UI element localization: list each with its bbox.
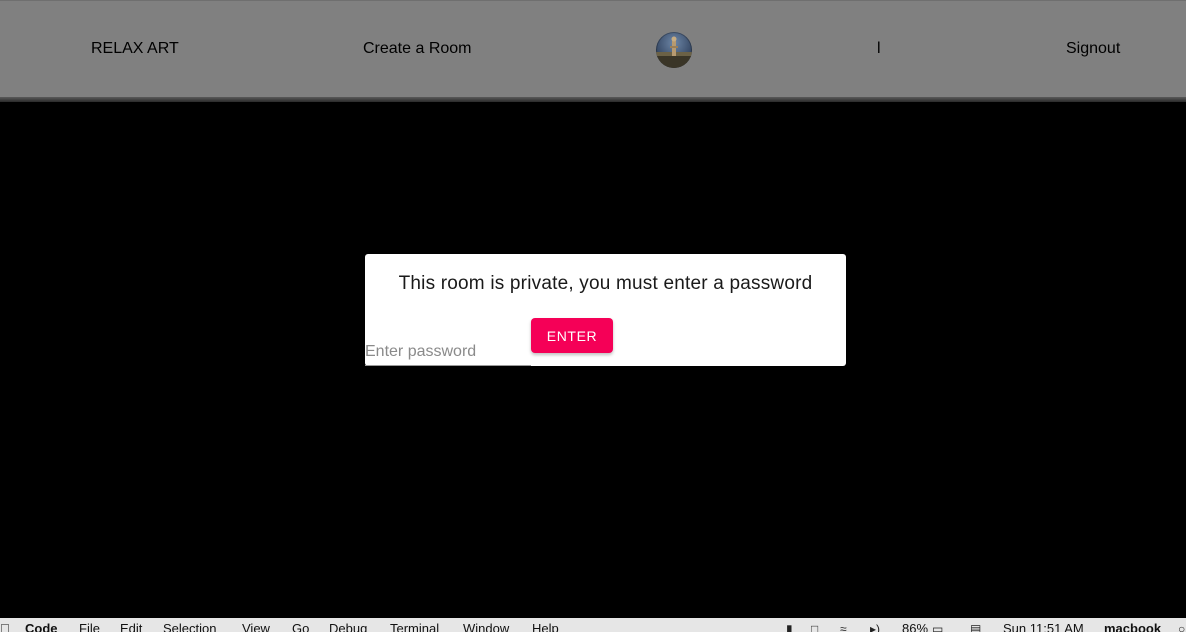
display-icon[interactable]: □ [811,622,818,632]
avatar-photo-icon [656,36,692,68]
menu-selection[interactable]: Selection [163,621,216,632]
menu-help[interactable]: Help [532,621,559,632]
avatar[interactable] [656,32,692,68]
menubar-clock[interactable]: Sun 11:51 AM [1003,621,1084,632]
enter-button[interactable]: ENTER [531,318,613,353]
menu-view[interactable]: View [242,621,270,632]
signout-link[interactable]: Signout [1066,39,1120,59]
menu-terminal[interactable]: Terminal [390,621,439,632]
cast-icon[interactable]: ▤ [970,622,981,632]
menu-edit[interactable]: Edit [120,621,142,632]
app-window: RELAX ART Create a Room l Signout This r… [0,0,1186,632]
navbar-shadow [0,97,1186,102]
volume-icon[interactable]: ▸) [870,622,880,632]
password-dialog: This room is private, you must enter a p… [365,254,846,366]
apple-icon[interactable]:  [0,621,10,632]
menubar-app-name[interactable]: Code [25,621,58,632]
user-name-link[interactable]: l [877,39,881,59]
menu-file[interactable]: File [79,621,100,632]
menu-window[interactable]: Window [463,621,509,632]
menu-debug[interactable]: Debug [329,621,367,632]
password-input[interactable] [365,338,531,366]
brand-link[interactable]: RELAX ART [91,39,179,59]
menubar-user[interactable]: macbook [1104,621,1161,632]
macos-menubar:  Code File Edit Selection View Go Debug… [0,618,1186,632]
top-navbar: RELAX ART Create a Room l Signout [0,0,1186,97]
battery-icon[interactable]: ▭ [932,622,943,632]
torch-icon[interactable]: ▮ [786,622,793,632]
battery-percent: 86% [902,621,929,632]
dialog-title: This room is private, you must enter a p… [398,273,813,294]
search-icon[interactable]: ○ [1178,622,1185,632]
wifi-icon[interactable]: ≈ [840,622,847,632]
create-room-link[interactable]: Create a Room [363,39,472,59]
menu-go[interactable]: Go [292,621,309,632]
